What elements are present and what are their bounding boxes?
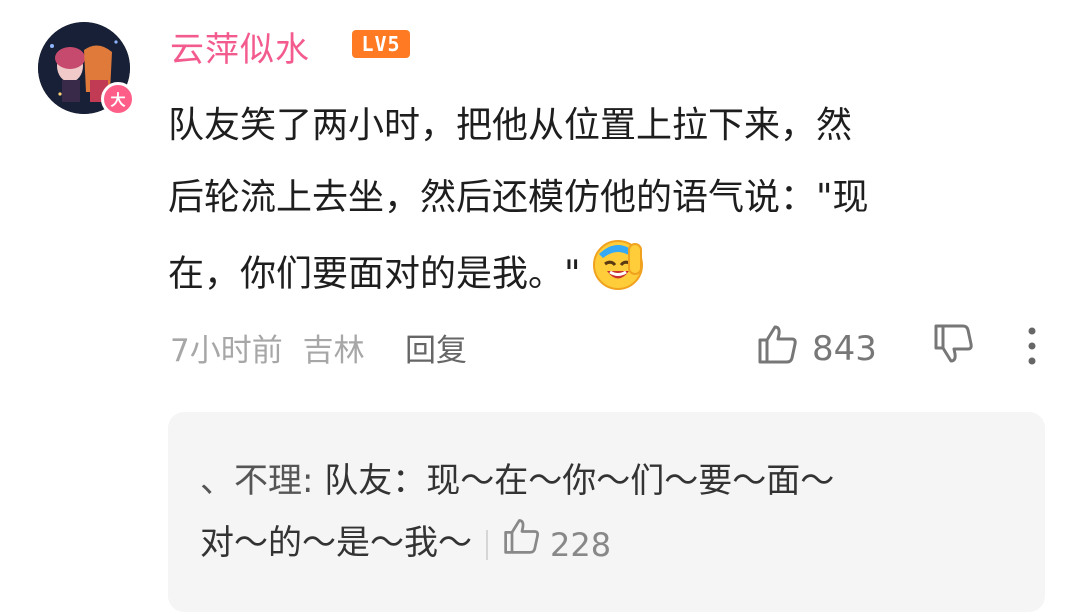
reply-button[interactable]: 回复 — [405, 325, 467, 370]
avatar[interactable]: 大 — [38, 22, 135, 116]
more-options-button[interactable] — [1024, 326, 1040, 370]
dislike-button[interactable] — [932, 322, 976, 370]
divider — [486, 529, 488, 560]
thumbs-up-icon — [756, 322, 800, 375]
reply-like-count: 228 — [550, 525, 612, 564]
like-button[interactable]: 843 — [756, 322, 877, 375]
username[interactable]: 云萍似水 — [170, 22, 310, 71]
reply-content: 、不理: 队友：现～在～你～们～要～面～ 对～的～是～我～ 228 — [200, 450, 1000, 576]
reply-text: 队友：现～在～你～们～要～面～ — [324, 461, 835, 501]
reply-text: 对～的～是～我～ — [200, 523, 472, 563]
more-vertical-icon — [1024, 327, 1040, 370]
comment-line: 队友笑了两小时，把他从位置上拉下来，然 — [168, 105, 853, 146]
like-count: 843 — [812, 328, 877, 369]
laughing-face-emoji-icon — [589, 234, 647, 317]
reply-line: 对～的～是～我～ 228 — [200, 512, 1000, 576]
reply-author[interactable]: 、不理: — [200, 461, 313, 501]
reply-line: 、不理: 队友：现～在～你～们～要～面～ — [200, 450, 1000, 512]
comment-line: 在，你们要面对的是我。" — [168, 234, 1048, 317]
user-badge: 大 — [101, 82, 135, 116]
reply-like-button[interactable]: 228 — [502, 514, 611, 576]
comment-meta: 7小时前 吉林 — [170, 325, 375, 370]
comment-line: 后轮流上去坐，然后还模仿他的语气说："现 — [168, 177, 869, 218]
comment-body: 队友笑了两小时，把他从位置上拉下来，然 后轮流上去坐，然后还模仿他的语气说："现… — [168, 90, 1048, 317]
thumbs-down-icon — [932, 324, 976, 370]
comment-time: 7小时前 — [170, 333, 283, 369]
level-badge: LV5 — [352, 30, 410, 58]
comment-location: 吉林 — [302, 333, 365, 369]
thumbs-up-icon — [502, 514, 542, 576]
